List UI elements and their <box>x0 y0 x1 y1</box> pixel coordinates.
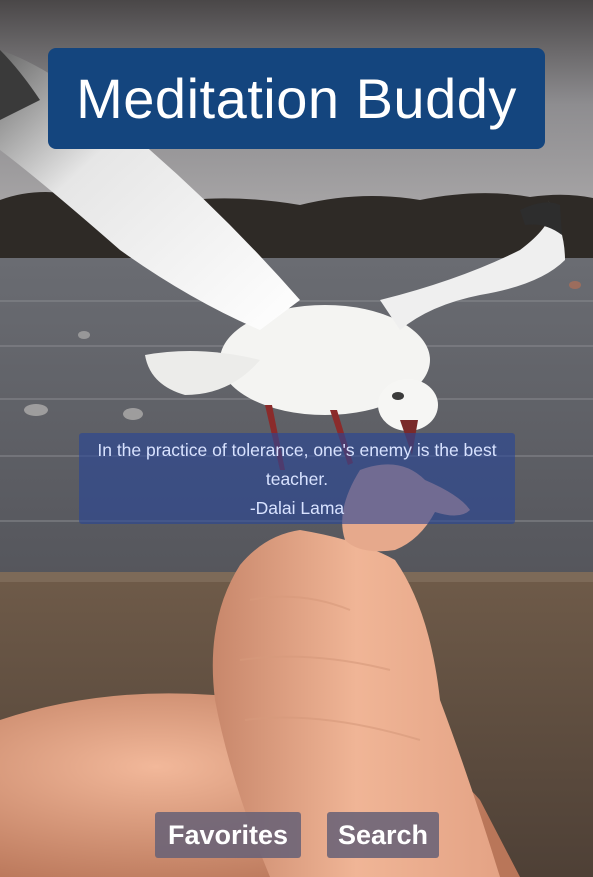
app-screen: Meditation Buddy In the practice of tole… <box>0 0 593 877</box>
favorites-button[interactable]: Favorites <box>155 812 301 858</box>
quote-card: In the practice of tolerance, one's enem… <box>79 433 515 524</box>
search-button[interactable]: Search <box>327 812 439 858</box>
app-title: Meditation Buddy <box>76 67 517 130</box>
quote-author: -Dalai Lama <box>249 498 345 518</box>
quote-text: In the practice of tolerance, one's enem… <box>97 440 497 489</box>
app-title-banner: Meditation Buddy <box>48 48 545 149</box>
